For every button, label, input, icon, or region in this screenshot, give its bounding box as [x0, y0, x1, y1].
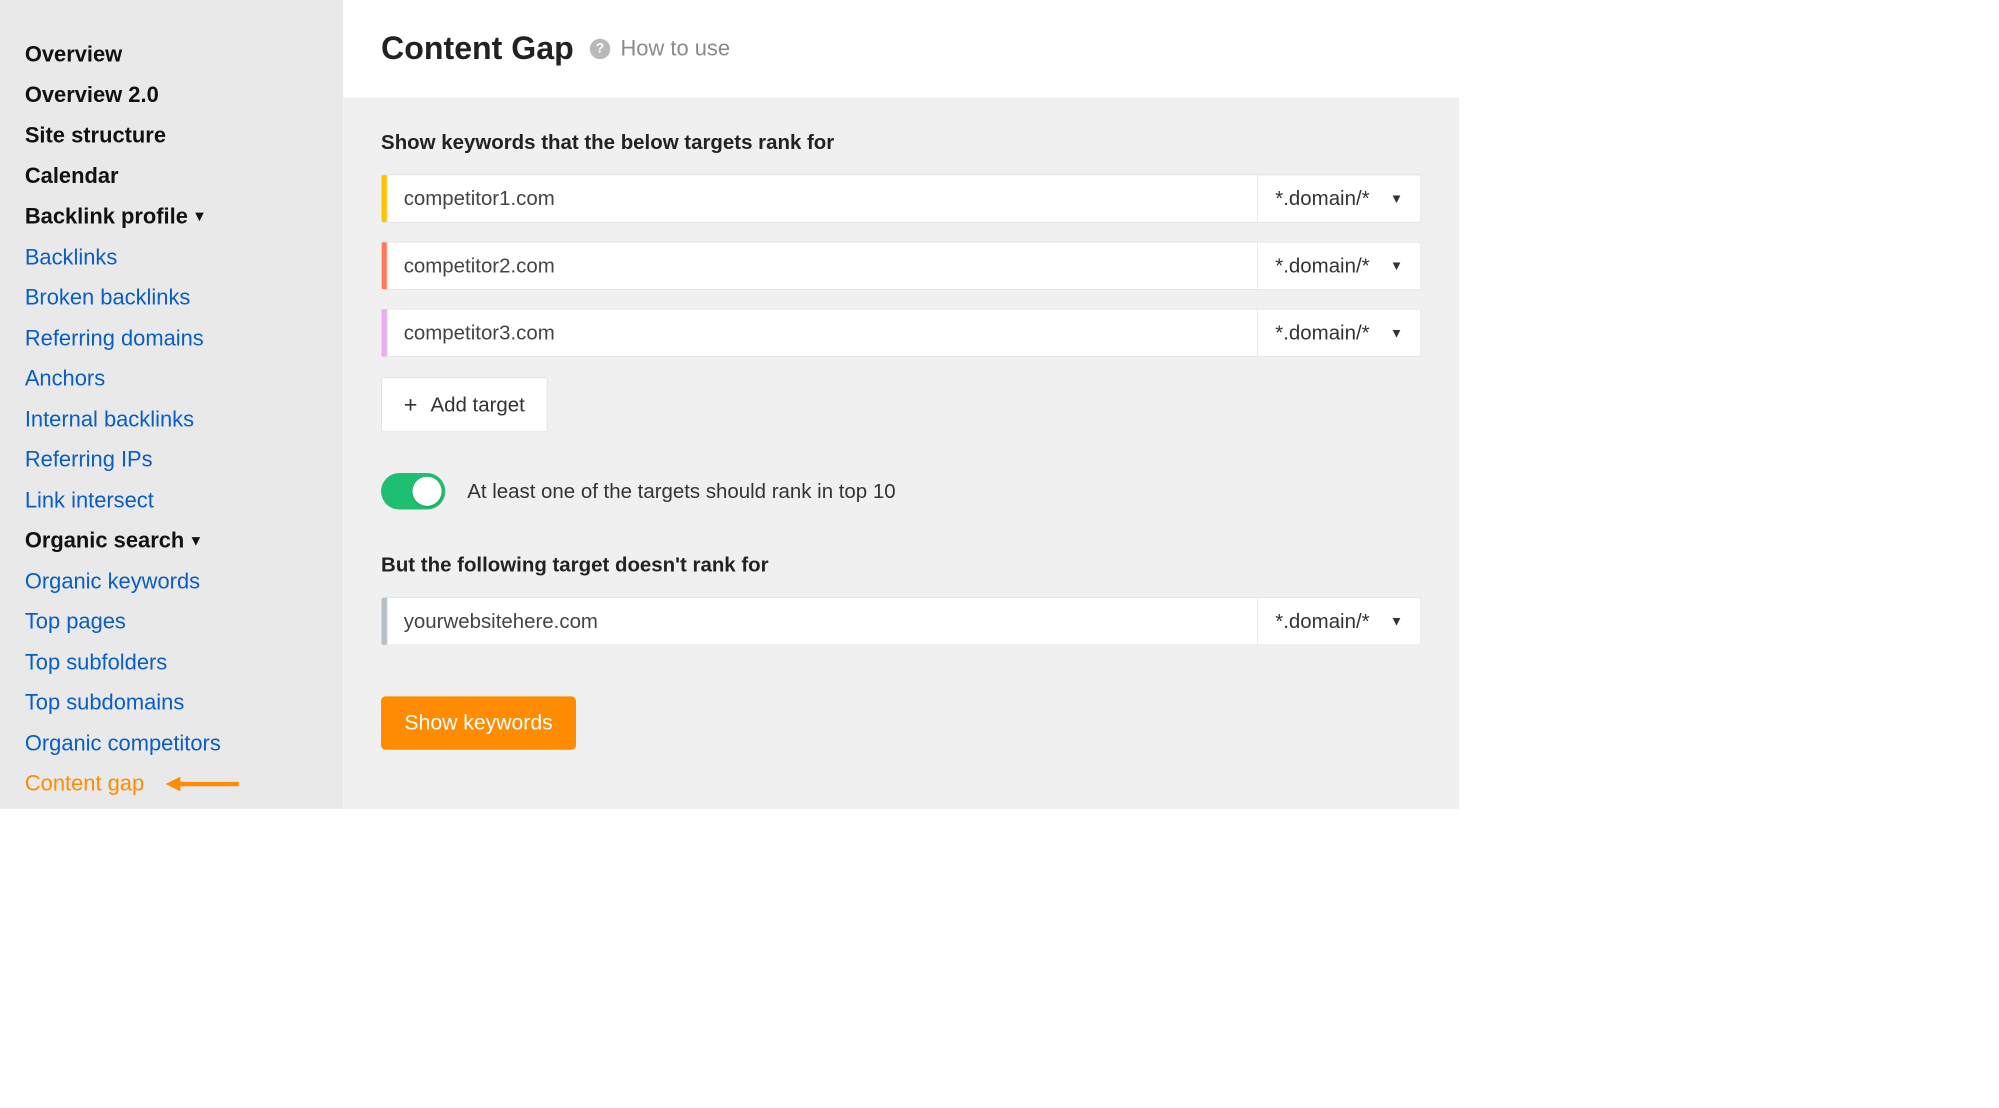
- sidebar-item-top-pages[interactable]: Top pages: [25, 607, 321, 637]
- target-input-2[interactable]: [387, 242, 1258, 290]
- target-row: *.domain/*▼: [381, 309, 1421, 357]
- exclude-heading: But the following target doesn't rank fo…: [381, 553, 1421, 576]
- content-gap-form: Show keywords that the below targets ran…: [343, 99, 1459, 809]
- toggle-knob: [412, 477, 441, 506]
- show-keywords-button[interactable]: Show keywords: [381, 696, 576, 749]
- sidebar-item-backlinks[interactable]: Backlinks: [25, 243, 321, 273]
- caret-down-icon: ▼: [189, 531, 203, 551]
- sidebar-item-organic-competitors[interactable]: Organic competitors: [25, 729, 321, 759]
- how-to-use-link[interactable]: How to use: [620, 37, 730, 62]
- page-header: Content Gap ? How to use: [343, 0, 1459, 99]
- caret-down-icon: ▼: [1390, 614, 1403, 629]
- sidebar-item-top-subfolders[interactable]: Top subfolders: [25, 648, 321, 678]
- caret-down-icon: ▼: [192, 207, 206, 227]
- exclude-input[interactable]: [387, 597, 1258, 645]
- target-row: *.domain/*▼: [381, 242, 1421, 290]
- caret-down-icon: ▼: [1390, 258, 1403, 273]
- top10-toggle[interactable]: [381, 473, 445, 510]
- help-icon[interactable]: ?: [590, 39, 610, 59]
- sidebar-item-link-intersect[interactable]: Link intersect: [25, 486, 321, 516]
- sidebar-item-anchors[interactable]: Anchors: [25, 364, 321, 394]
- caret-down-icon: ▼: [1390, 325, 1403, 340]
- target-mode-select[interactable]: *.domain/*▼: [1258, 242, 1422, 290]
- sidebar-item-broken-backlinks[interactable]: Broken backlinks: [25, 283, 321, 313]
- main-content: Content Gap ? How to use Show keywords t…: [343, 0, 1459, 809]
- target-row: *.domain/*▼: [381, 174, 1421, 222]
- arrow-left-icon: [166, 776, 239, 792]
- sidebar: Overview Overview 2.0 Site structure Cal…: [0, 0, 343, 809]
- sidebar-item-content-gap[interactable]: Content gap: [25, 769, 321, 799]
- sidebar-item-top-subdomains[interactable]: Top subdomains: [25, 688, 321, 718]
- target-mode-select[interactable]: *.domain/*▼: [1258, 309, 1422, 357]
- top10-toggle-label: At least one of the targets should rank …: [467, 480, 895, 503]
- caret-down-icon: ▼: [1390, 191, 1403, 206]
- sidebar-item-calendar[interactable]: Calendar: [25, 162, 321, 192]
- sidebar-section-organic-search[interactable]: Organic search▼: [25, 526, 321, 556]
- target-input-1[interactable]: [387, 174, 1258, 222]
- exclude-mode-select[interactable]: *.domain/*▼: [1258, 597, 1422, 645]
- sidebar-item-overview-2[interactable]: Overview 2.0: [25, 81, 321, 111]
- targets-heading: Show keywords that the below targets ran…: [381, 131, 1421, 154]
- sidebar-item-internal-backlinks[interactable]: Internal backlinks: [25, 405, 321, 435]
- sidebar-item-overview[interactable]: Overview: [25, 40, 321, 70]
- add-target-button[interactable]: + Add target: [381, 377, 547, 432]
- target-input-3[interactable]: [387, 309, 1258, 357]
- sidebar-item-referring-domains[interactable]: Referring domains: [25, 324, 321, 354]
- top10-toggle-row: At least one of the targets should rank …: [381, 473, 1421, 510]
- plus-icon: +: [404, 391, 418, 418]
- sidebar-item-organic-keywords[interactable]: Organic keywords: [25, 567, 321, 597]
- exclude-row: *.domain/*▼: [381, 597, 1421, 645]
- sidebar-item-referring-ips[interactable]: Referring IPs: [25, 445, 321, 475]
- page-title: Content Gap: [381, 31, 574, 68]
- target-mode-select[interactable]: *.domain/*▼: [1258, 174, 1422, 222]
- sidebar-item-site-structure[interactable]: Site structure: [25, 121, 321, 151]
- sidebar-section-backlink-profile[interactable]: Backlink profile▼: [25, 202, 321, 232]
